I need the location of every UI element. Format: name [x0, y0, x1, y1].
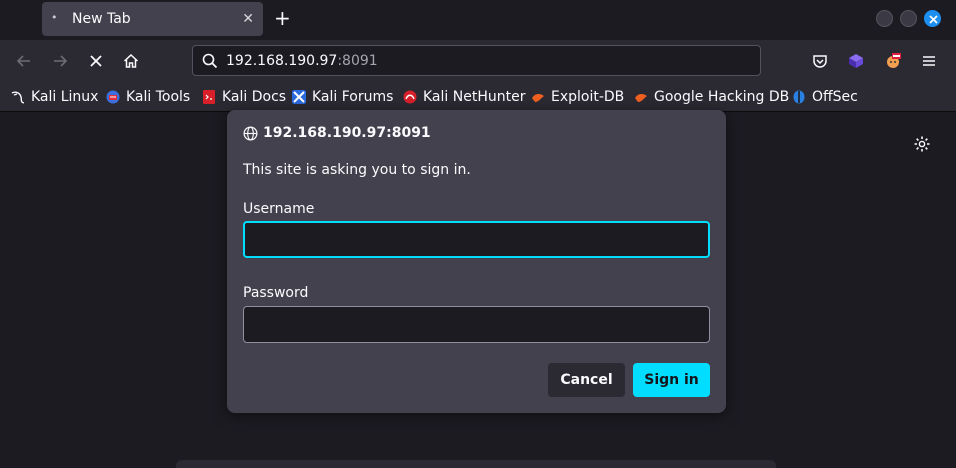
navigation-toolbar: 192.168.190.97:8091 — [0, 40, 956, 82]
bookmarks-toolbar: Kali Linux Kali Tools Kali Docs Kali For… — [0, 82, 956, 112]
search-icon — [202, 53, 218, 69]
window-close-button[interactable] — [924, 10, 941, 27]
ghdb-icon — [635, 93, 647, 102]
password-label: Password — [243, 285, 309, 301]
bookmark-label: Kali NetHunter — [423, 89, 526, 105]
bookmark-kali-linux[interactable]: Kali Linux — [11, 88, 98, 106]
url-bar[interactable]: 192.168.190.97:8091 — [192, 45, 761, 76]
bookmark-label: Google Hacking DB — [654, 89, 790, 105]
maximize-button[interactable] — [900, 10, 917, 27]
bookmark-label: OffSec — [812, 89, 858, 105]
minimize-button[interactable] — [876, 10, 893, 27]
dialog-header: 192.168.190.97:8091 — [243, 125, 431, 141]
dialog-message: This site is asking you to sign in. — [243, 162, 471, 178]
bookmark-kali-docs[interactable]: Kali Docs — [202, 88, 286, 106]
close-icon — [929, 15, 938, 24]
kali-forums-icon — [292, 90, 306, 104]
extension-cube-icon[interactable] — [847, 52, 865, 70]
tab-new-tab[interactable]: • New Tab ✕ — [42, 2, 263, 36]
globe-icon — [243, 126, 258, 140]
bookmark-label: Kali Docs — [222, 89, 287, 105]
bookmark-kali-forums[interactable]: Kali Forums — [292, 88, 393, 106]
bookmark-kali-nethunter[interactable]: Kali NetHunter — [403, 88, 525, 106]
url-text: 192.168.190.97:8091 — [226, 53, 378, 69]
new-tab-button[interactable]: + — [274, 8, 291, 28]
username-field[interactable] — [243, 221, 710, 258]
bookmark-exploit-db[interactable]: Exploit-DB — [531, 88, 624, 106]
kali-tools-icon — [106, 90, 120, 104]
tab-strip: • New Tab ✕ + — [0, 0, 956, 40]
bookmark-kali-tools[interactable]: Kali Tools — [106, 88, 190, 106]
kali-nethunter-icon — [403, 90, 417, 104]
password-field[interactable] — [243, 306, 710, 343]
bookmark-label: Exploit-DB — [551, 89, 625, 105]
menu-hamburger-icon[interactable] — [920, 52, 938, 70]
loading-indicator-icon: • — [51, 11, 58, 24]
bookmark-google-hacking-db[interactable]: Google Hacking DB — [634, 88, 789, 106]
bookmark-label: Kali Linux — [31, 89, 99, 105]
sign-in-dialog: 192.168.190.97:8091 This site is asking … — [227, 110, 726, 413]
cancel-button[interactable]: Cancel — [548, 363, 625, 397]
search-box-partial[interactable] — [176, 460, 776, 468]
offsec-icon — [793, 90, 805, 104]
home-icon[interactable] — [122, 52, 140, 70]
username-label: Username — [243, 201, 315, 217]
url-host: 192.168.190.97 — [226, 53, 338, 69]
stop-loading-icon[interactable] — [87, 52, 105, 70]
sign-in-button[interactable]: Sign in — [633, 363, 710, 397]
kali-docs-icon — [203, 90, 215, 104]
pocket-icon[interactable] — [811, 52, 829, 70]
bookmark-label: Kali Tools — [126, 89, 191, 105]
back-arrow-icon[interactable] — [15, 52, 33, 70]
tab-close-icon[interactable]: ✕ — [242, 11, 254, 27]
extension-fox-icon[interactable] — [884, 52, 902, 70]
kali-dragon-icon — [11, 91, 25, 104]
forward-arrow-icon[interactable] — [51, 52, 69, 70]
dialog-origin: 192.168.190.97:8091 — [263, 125, 431, 141]
bookmark-label: Kali Forums — [312, 89, 394, 105]
tab-title: New Tab — [72, 11, 131, 27]
exploit-db-icon — [532, 93, 544, 102]
url-port: :8091 — [337, 53, 378, 69]
gear-icon[interactable] — [913, 135, 931, 153]
bookmark-offsec[interactable]: OffSec — [792, 88, 858, 106]
